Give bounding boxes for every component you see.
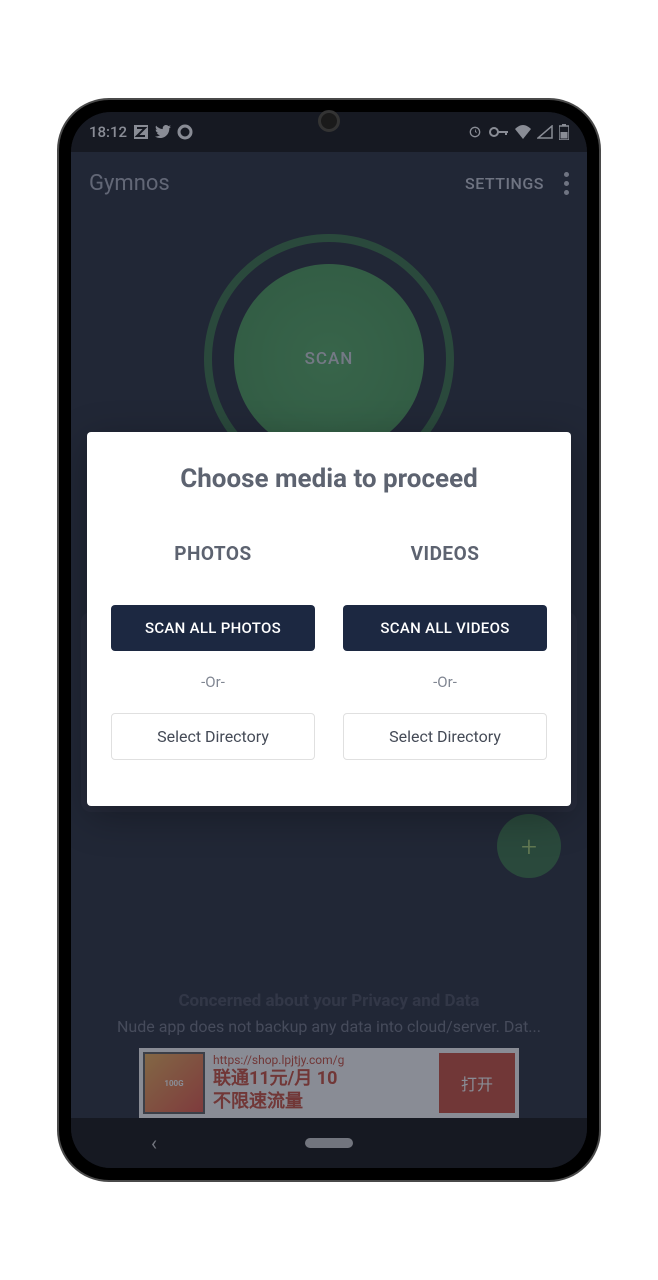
media-choice-dialog: Choose media to proceed PHOTOS SCAN ALL …: [87, 432, 571, 806]
videos-column: VIDEOS SCAN ALL VIDEOS -Or- Select Direc…: [343, 542, 547, 760]
videos-or-text: -Or-: [433, 673, 457, 691]
phone-screen: 18:12: [71, 112, 587, 1168]
scan-all-videos-button[interactable]: SCAN ALL VIDEOS: [343, 605, 547, 651]
dialog-columns: PHOTOS SCAN ALL PHOTOS -Or- Select Direc…: [111, 542, 547, 760]
camera-notch: [318, 110, 340, 132]
dialog-title: Choose media to proceed: [111, 464, 547, 494]
photos-column: PHOTOS SCAN ALL PHOTOS -Or- Select Direc…: [111, 542, 315, 760]
videos-select-directory-button[interactable]: Select Directory: [343, 713, 547, 760]
photos-or-text: -Or-: [201, 673, 225, 691]
photos-heading: PHOTOS: [174, 542, 251, 565]
phone-frame: 18:12: [59, 100, 599, 1180]
scan-all-photos-button[interactable]: SCAN ALL PHOTOS: [111, 605, 315, 651]
photos-select-directory-button[interactable]: Select Directory: [111, 713, 315, 760]
videos-heading: VIDEOS: [411, 542, 480, 565]
